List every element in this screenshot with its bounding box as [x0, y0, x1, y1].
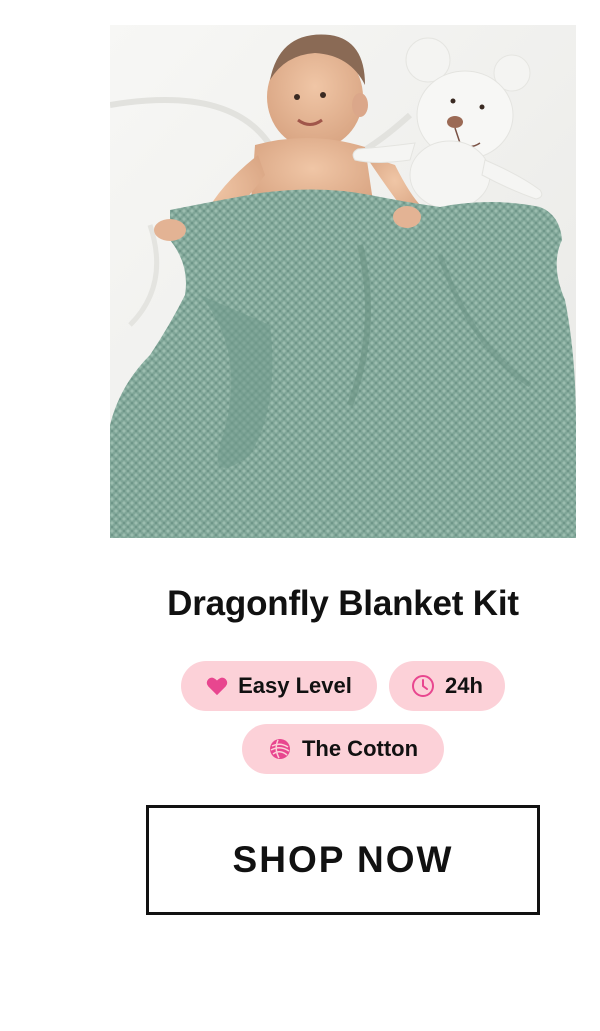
product-card: Dragonfly Blanket Kit Easy Level 24h The…: [0, 0, 600, 1031]
clock-icon: [411, 674, 435, 698]
time-label: 24h: [445, 673, 483, 698]
time-chip: 24h: [389, 661, 505, 711]
difficulty-label: Easy Level: [238, 673, 352, 698]
yarn-ball-icon: [268, 737, 292, 761]
heart-icon: [206, 676, 228, 696]
difficulty-chip: Easy Level: [181, 661, 377, 711]
yarn-chip: The Cotton: [242, 724, 444, 774]
product-title: Dragonfly Blanket Kit: [167, 584, 519, 623]
product-image[interactable]: [110, 25, 576, 538]
shop-now-button[interactable]: SHOP NOW: [146, 805, 540, 915]
yarn-label: The Cotton: [301, 736, 419, 761]
